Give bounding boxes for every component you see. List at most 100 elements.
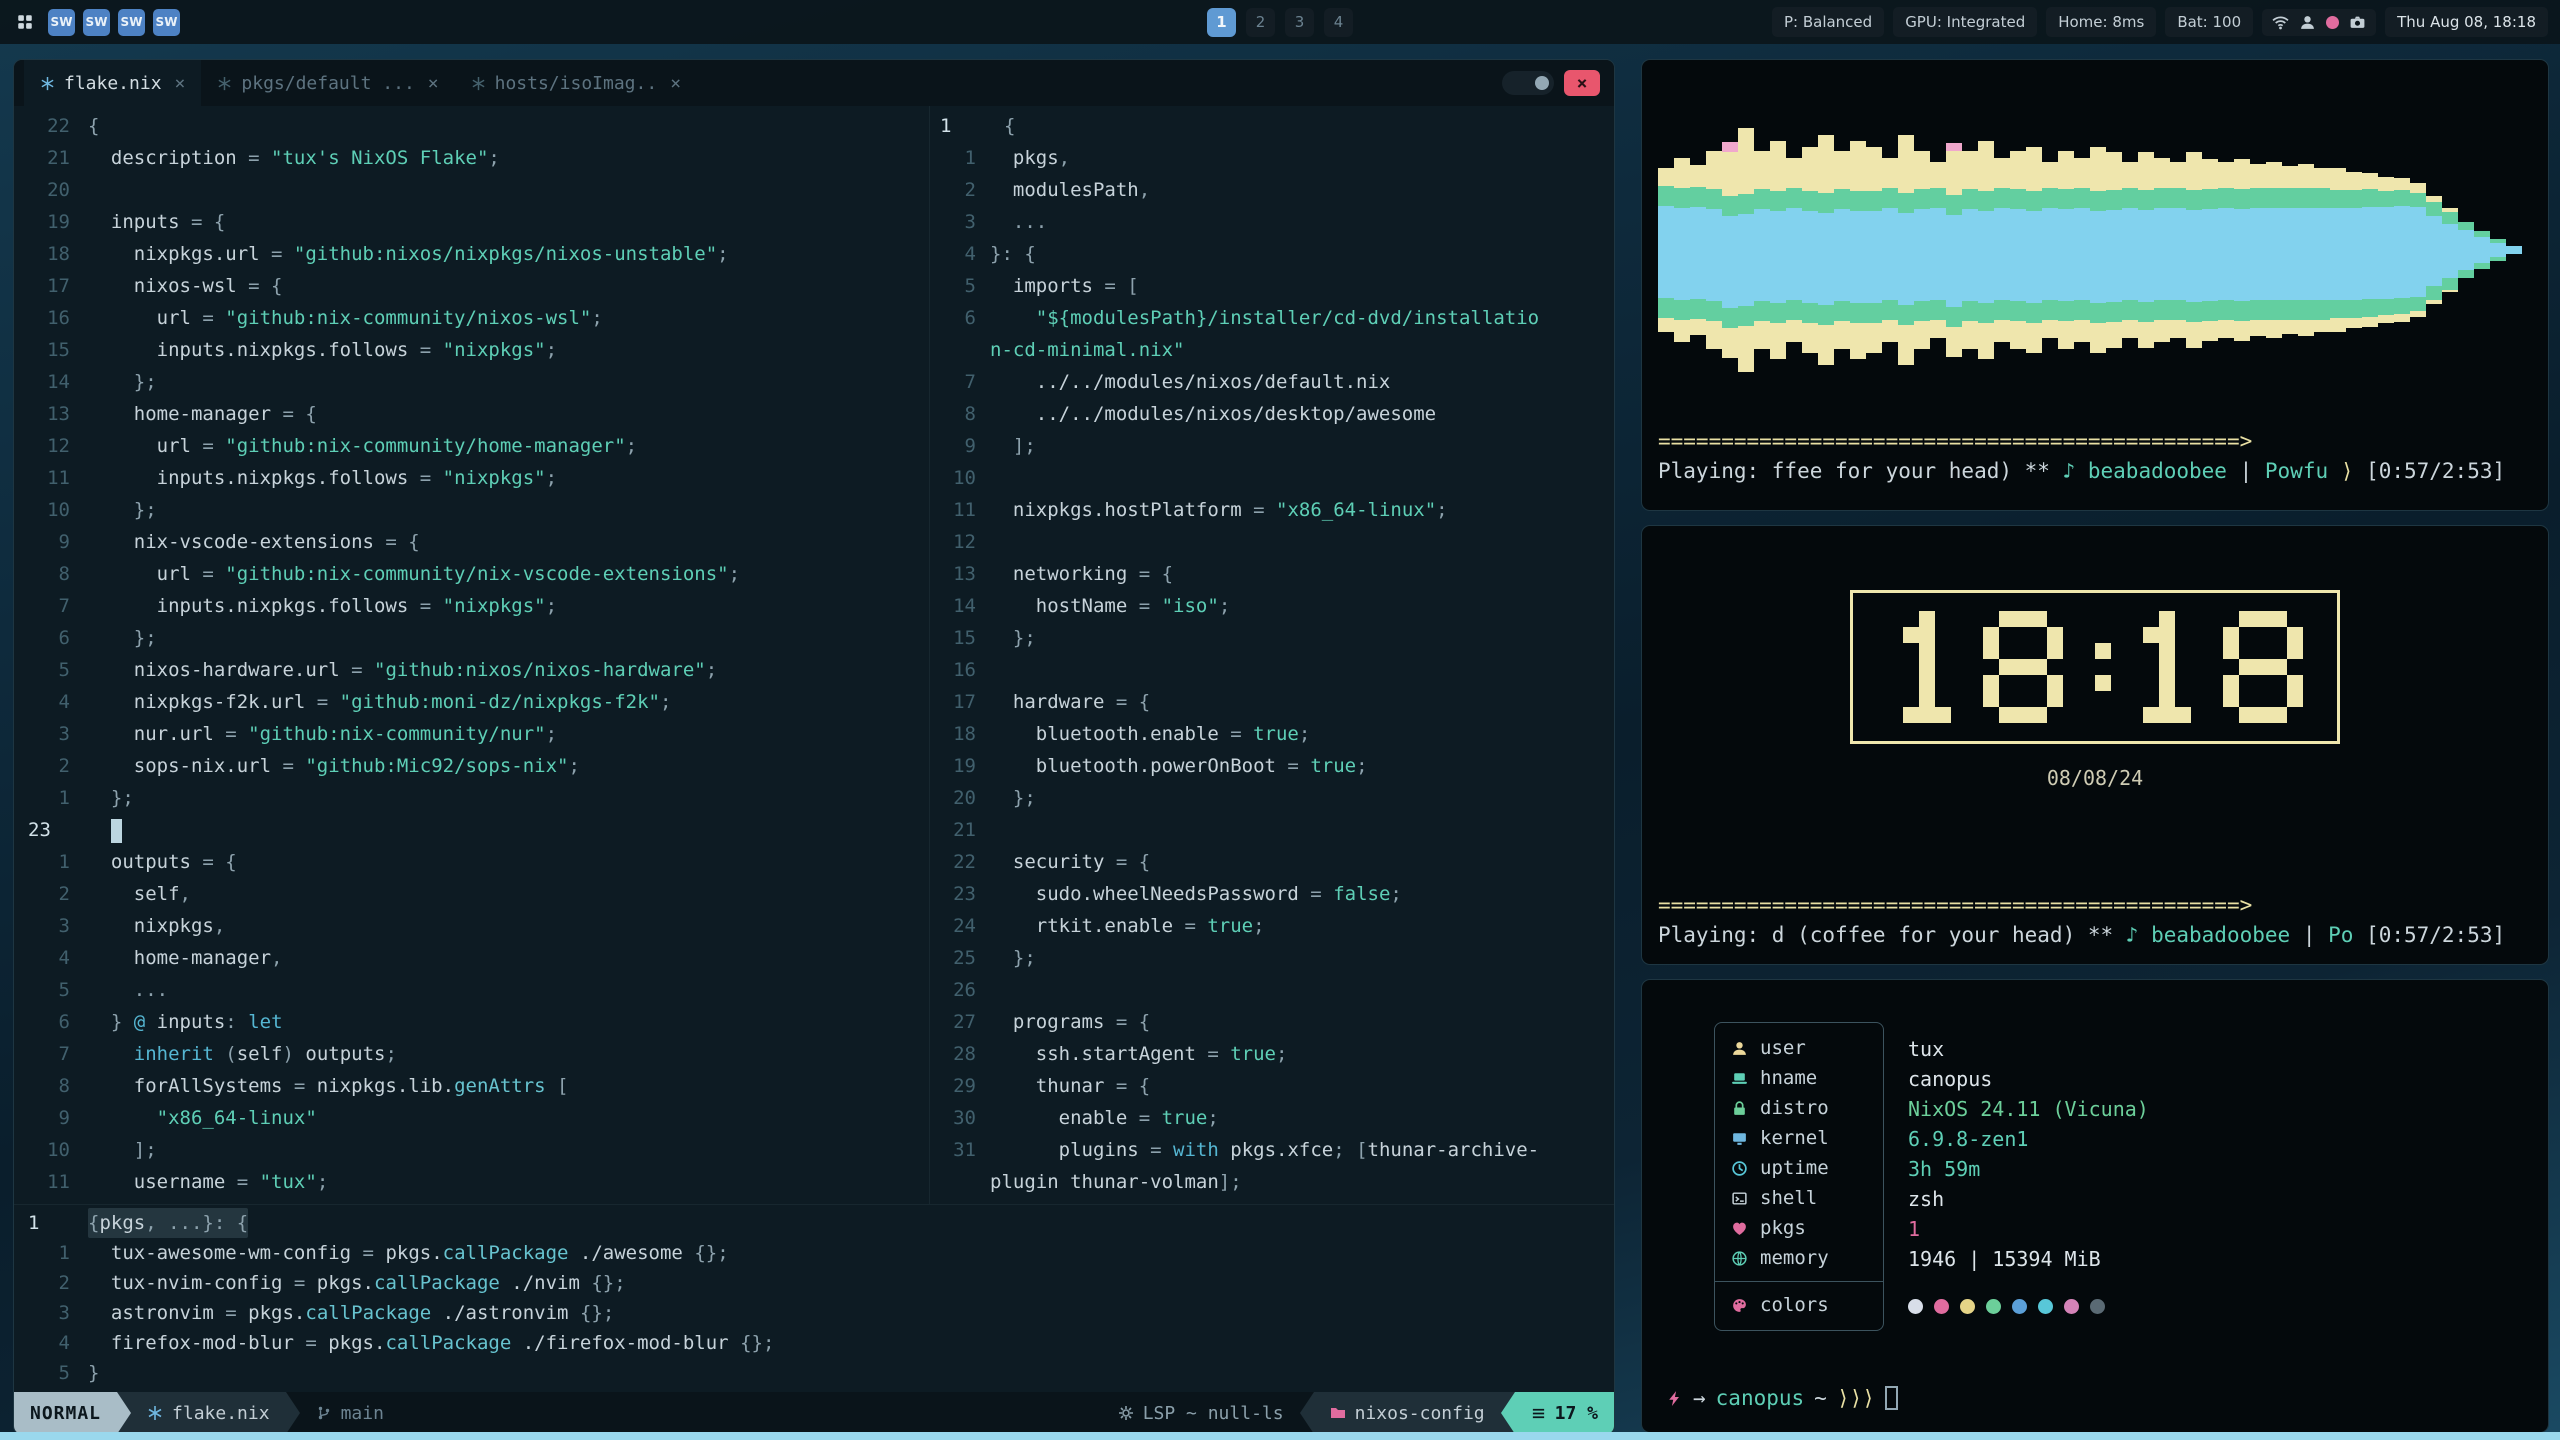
power-profile-status[interactable]: P: Balanced (1772, 7, 1884, 37)
code-line[interactable]: 29 thunar = { (930, 1070, 1614, 1102)
code-line[interactable]: 6 }; (14, 622, 929, 654)
code-line[interactable]: 26 (930, 974, 1614, 1006)
screenshot-icon[interactable] (2349, 14, 2366, 31)
workspace-tag-1[interactable]: SW (48, 9, 75, 36)
code-line[interactable]: 11 nixpkgs.hostPlatform = "x86_64-linux"… (930, 494, 1614, 526)
code-line[interactable]: 1 outputs = { (14, 846, 929, 878)
editor-pane-pkgs[interactable]: 1{pkgs, ...}: {1 tux-awesome-wm-config =… (14, 1204, 1614, 1392)
code-line[interactable]: 7 ../../modules/nixos/default.nix (930, 366, 1614, 398)
ping-status[interactable]: Home: 8ms (2046, 7, 2156, 37)
wifi-icon[interactable] (2272, 14, 2289, 31)
code-line[interactable]: 12 (930, 526, 1614, 558)
code-line[interactable]: 2 modulesPath, (930, 174, 1614, 206)
editor-pane-flake[interactable]: 22{21 description = "tux's NixOS Flake";… (14, 106, 930, 1204)
code-line[interactable]: 7 inherit (self) outputs; (14, 1038, 929, 1070)
code-line[interactable]: 22{ (14, 110, 929, 142)
code-line[interactable]: 8 forAllSystems = nixpkgs.lib.genAttrs [ (14, 1070, 929, 1102)
code-line[interactable]: 14 hostName = "iso"; (930, 590, 1614, 622)
editor-pane-iso[interactable]: 1{1 pkgs,2 modulesPath,3 ...4}: {5 impor… (930, 106, 1614, 1204)
code-line[interactable]: 23 sudo.wheelNeedsPassword = false; (930, 878, 1614, 910)
code-line[interactable]: 1 tux-awesome-wm-config = pkgs.callPacka… (14, 1238, 1614, 1268)
workspace-button-4[interactable]: 4 (1324, 8, 1353, 37)
code-line[interactable]: 17 nixos-wsl = { (14, 270, 929, 302)
clock-date[interactable]: Thu Aug 08, 18:18 (2385, 7, 2548, 37)
shell-prompt[interactable]: → canopus ~ ⟩⟩⟩ (1666, 1386, 1898, 1410)
code-line[interactable]: 27 programs = { (930, 1006, 1614, 1038)
code-line[interactable]: 18 nixpkgs.url = "github:nixos/nixpkgs/n… (14, 238, 929, 270)
code-line[interactable]: 11 username = "tux"; (14, 1166, 929, 1198)
launcher-icon[interactable] (12, 9, 38, 35)
code-line[interactable]: 8 url = "github:nix-community/nix-vscode… (14, 558, 929, 590)
code-line[interactable]: 7 inputs.nixpkgs.follows = "nixpkgs"; (14, 590, 929, 622)
editor-tab[interactable]: pkgs/default ...× (201, 60, 454, 106)
git-branch[interactable]: main (300, 1392, 400, 1434)
code-line[interactable]: n-cd-minimal.nix" (930, 334, 1614, 366)
code-line[interactable]: 1{pkgs, ...}: { (14, 1208, 1614, 1238)
code-line[interactable]: 9 nix-vscode-extensions = { (14, 526, 929, 558)
code-line[interactable]: 18 bluetooth.enable = true; (930, 718, 1614, 750)
gpu-status[interactable]: GPU: Integrated (1893, 7, 2037, 37)
workspace-button-2[interactable]: 2 (1246, 8, 1275, 37)
code-line[interactable]: 3 nixpkgs, (14, 910, 929, 942)
vpn-user-icon[interactable] (2299, 14, 2316, 31)
code-line[interactable]: 5 ... (14, 974, 929, 1006)
code-line[interactable]: 20 }; (930, 782, 1614, 814)
code-line[interactable]: 4 firefox-mod-blur = pkgs.callPackage ./… (14, 1328, 1614, 1358)
code-line[interactable]: 16 (930, 654, 1614, 686)
toggle-button[interactable] (1502, 71, 1554, 95)
code-line[interactable]: plugin thunar-volman]; (930, 1166, 1614, 1198)
workspace-tag-4[interactable]: SW (153, 9, 180, 36)
code-line[interactable]: 2 tux-nvim-config = pkgs.callPackage ./n… (14, 1268, 1614, 1298)
code-line[interactable]: 24 rtkit.enable = true; (930, 910, 1614, 942)
tab-close-icon[interactable]: × (670, 73, 681, 94)
tab-close-icon[interactable]: × (175, 73, 186, 94)
code-line[interactable]: 8 ../../modules/nixos/desktop/awesome (930, 398, 1614, 430)
code-line[interactable]: 13 networking = { (930, 558, 1614, 590)
code-line[interactable]: 2 self, (14, 878, 929, 910)
code-line[interactable]: 5 nixos-hardware.url = "github:nixos/nix… (14, 654, 929, 686)
code-line[interactable]: 6 } @ inputs: let (14, 1006, 929, 1038)
code-line[interactable]: 5} (14, 1358, 1614, 1388)
tab-close-icon[interactable]: × (428, 73, 439, 94)
window-close-button[interactable]: × (1564, 70, 1600, 96)
clock-window[interactable]: 08/08/24 ===============================… (1641, 525, 2549, 965)
code-line[interactable]: 10 }; (14, 494, 929, 526)
code-line[interactable]: 16 url = "github:nix-community/nixos-wsl… (14, 302, 929, 334)
editor-tab[interactable]: flake.nix× (24, 60, 201, 106)
code-line[interactable]: 9 ]; (930, 430, 1614, 462)
editor-tab[interactable]: hosts/isoImag..× (455, 60, 697, 106)
code-line[interactable]: 11 inputs.nixpkgs.follows = "nixpkgs"; (14, 462, 929, 494)
code-line[interactable]: 19 bluetooth.powerOnBoot = true; (930, 750, 1614, 782)
code-line[interactable]: 25 }; (930, 942, 1614, 974)
workspace-tag-2[interactable]: SW (83, 9, 110, 36)
code-line[interactable]: 3 ... (930, 206, 1614, 238)
code-line[interactable]: 2 sops-nix.url = "github:Mic92/sops-nix"… (14, 750, 929, 782)
code-line[interactable]: 21 description = "tux's NixOS Flake"; (14, 142, 929, 174)
neovim-window[interactable]: flake.nix×pkgs/default ...×hosts/isoImag… (13, 59, 1615, 1435)
code-line[interactable]: 20 (14, 174, 929, 206)
code-line[interactable]: 1 }; (14, 782, 929, 814)
code-line[interactable]: 10 ]; (14, 1134, 929, 1166)
code-line[interactable]: 4 home-manager, (14, 942, 929, 974)
recording-indicator[interactable] (2326, 16, 2339, 29)
code-line[interactable]: 13 home-manager = { (14, 398, 929, 430)
code-line[interactable]: 5 imports = [ (930, 270, 1614, 302)
code-line[interactable]: 19 inputs = { (14, 206, 929, 238)
workspace-button-1[interactable]: 1 (1207, 8, 1236, 37)
code-line[interactable]: 15 }; (930, 622, 1614, 654)
battery-status[interactable]: Bat: 100 (2165, 7, 2253, 37)
lsp-status[interactable]: LSP ~ null-ls (1102, 1392, 1300, 1434)
statusline-filename[interactable]: flake.nix (131, 1392, 286, 1434)
code-line[interactable]: 15 inputs.nixpkgs.follows = "nixpkgs"; (14, 334, 929, 366)
code-line[interactable]: 4}: { (930, 238, 1614, 270)
code-line[interactable]: 21 (930, 814, 1614, 846)
code-line[interactable]: 3 nur.url = "github:nix-community/nur"; (14, 718, 929, 750)
code-line[interactable]: 28 ssh.startAgent = true; (930, 1038, 1614, 1070)
code-line[interactable]: 6 "${modulesPath}/installer/cd-dvd/insta… (930, 302, 1614, 334)
system-fetch-window[interactable]: userhnamedistrokerneluptimeshellpkgsmemo… (1641, 979, 2549, 1433)
code-line[interactable]: 14 }; (14, 366, 929, 398)
code-line[interactable]: 1{ (930, 110, 1614, 142)
code-line[interactable]: 10 (930, 462, 1614, 494)
workspace-tag-3[interactable]: SW (118, 9, 145, 36)
code-line[interactable]: 30 enable = true; (930, 1102, 1614, 1134)
